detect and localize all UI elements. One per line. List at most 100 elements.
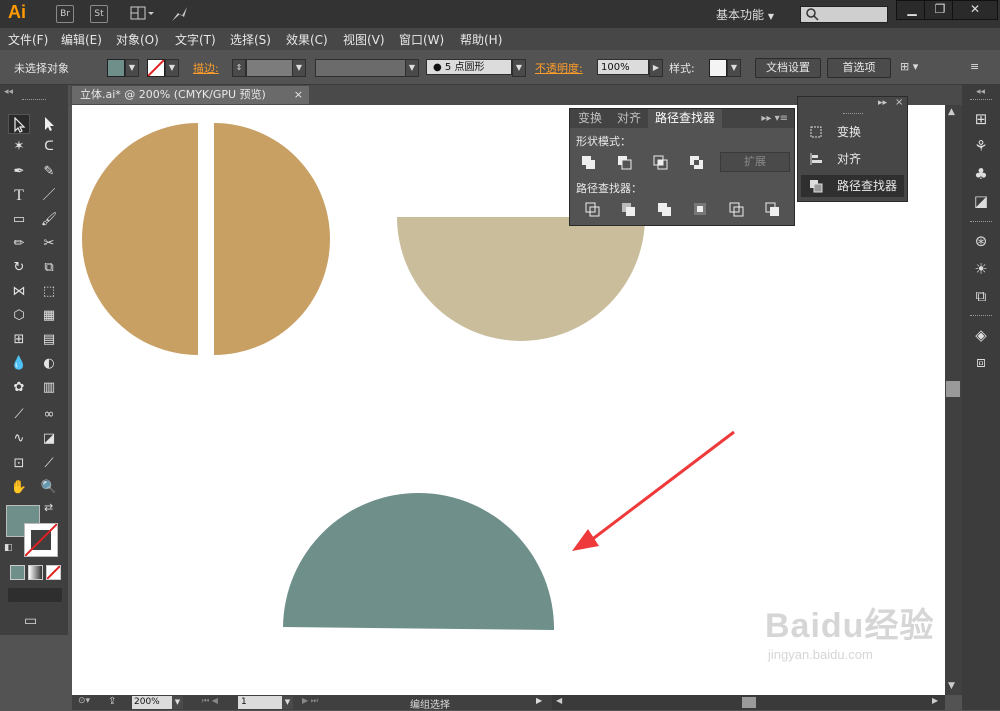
panel-item-pathfinder[interactable]: 路径查找器 <box>801 175 904 197</box>
blend-tool-icon[interactable]: ◐ <box>38 354 60 374</box>
scale-tool-icon[interactable]: ⧉ <box>38 258 60 278</box>
color-mode-icon[interactable] <box>10 565 25 580</box>
symbol-sprayer-tool-icon[interactable]: ✿ <box>8 378 30 398</box>
gpu-status-icon[interactable]: ⊙▾ <box>78 696 90 706</box>
variable-width-profile[interactable] <box>315 59 407 77</box>
vertical-scrollbar[interactable]: ▲ ▼ <box>945 105 962 695</box>
menu-view[interactable]: 视图(V) <box>343 31 385 48</box>
drawing-modes-icon[interactable] <box>8 588 62 602</box>
stroke-weight-field[interactable] <box>246 59 294 77</box>
crop-icon[interactable] <box>692 201 710 220</box>
top-half-circle[interactable] <box>397 217 645 341</box>
stroke-weight-dropdown[interactable]: ▼ <box>292 59 306 77</box>
gradient-tool-icon[interactable]: ▤ <box>38 330 60 350</box>
creative-cloud-icon[interactable]: ⊛ <box>971 231 991 251</box>
direct-selection-tool-icon[interactable] <box>38 114 60 134</box>
panel-grip[interactable] <box>843 113 863 114</box>
close-panel-icon[interactable]: × <box>895 97 903 108</box>
zoom-tool-icon[interactable]: 🔍 <box>38 478 60 498</box>
live-paint-tool-icon[interactable]: ◪ <box>38 429 60 449</box>
layers-panel-icon[interactable]: ◈ <box>971 325 991 345</box>
hand-tool-icon[interactable]: ✋ <box>8 478 30 498</box>
stroke-color-box[interactable] <box>24 523 58 557</box>
document-tab[interactable]: 立体.ai* @ 200% (CMYK/GPU 预览) × <box>72 86 309 104</box>
lasso-tool-icon[interactable]: ᑕ <box>38 137 60 157</box>
perspective-grid-tool-icon[interactable]: ▦ <box>38 306 60 326</box>
bottom-half-circle[interactable] <box>283 492 555 630</box>
graphic-style-dropdown[interactable]: ▼ <box>727 59 741 77</box>
scroll-up-icon[interactable]: ▲ <box>948 107 955 117</box>
dock-grip[interactable] <box>970 221 992 222</box>
zoom-dropdown[interactable]: ▼ <box>172 696 183 709</box>
column-graph-tool-icon[interactable]: ▥ <box>38 378 60 398</box>
curvature-tool-icon[interactable]: ✎ <box>38 162 60 182</box>
collapse-toolbox-icon[interactable]: ◂◂ <box>4 87 13 97</box>
eraser-tool-icon[interactable]: ∿ <box>8 429 30 449</box>
appearance-panel-icon[interactable]: ☀ <box>971 259 991 279</box>
gpu-performance-icon[interactable] <box>170 5 188 23</box>
last-artboard-icon[interactable]: ▶ ⏭ <box>302 696 318 706</box>
panel-menu-icon[interactable]: ▸▸ ▾≡ <box>722 109 794 128</box>
menu-effect[interactable]: 效果(C) <box>286 31 328 48</box>
slice-select-tool-icon[interactable]: ⟋ <box>38 454 60 474</box>
close-button[interactable]: ✕ <box>952 0 998 20</box>
artboard-dropdown[interactable]: ▼ <box>282 696 293 709</box>
symbols-panel-icon[interactable]: ♣ <box>971 164 991 184</box>
divide-icon[interactable] <box>584 201 602 220</box>
menu-select[interactable]: 选择(S) <box>230 31 271 48</box>
menu-edit[interactable]: 编辑(E) <box>61 31 102 48</box>
unite-icon[interactable] <box>580 154 598 173</box>
vertical-scroll-thumb[interactable] <box>946 381 960 397</box>
tab-align[interactable]: 对齐 <box>610 109 648 128</box>
graphic-styles-panel-icon[interactable]: ◪ <box>971 191 991 211</box>
opacity-label[interactable]: 不透明度: <box>535 60 583 76</box>
search-input[interactable] <box>800 6 888 23</box>
stroke-weight-stepper[interactable]: ⇕ <box>232 59 246 77</box>
status-menu-icon[interactable]: ▶ <box>536 696 542 705</box>
scroll-down-icon[interactable]: ▼ <box>948 681 955 691</box>
rectangle-tool-icon[interactable]: ▭ <box>8 210 30 230</box>
rotate-tool-icon[interactable]: ↻ <box>8 258 30 278</box>
pencil-tool-icon[interactable]: ✏ <box>8 234 30 254</box>
minus-back-icon[interactable] <box>764 201 782 220</box>
control-panel-menu-icon[interactable]: ≡ <box>970 60 990 76</box>
menu-object[interactable]: 对象(O) <box>116 31 159 48</box>
preferences-button[interactable]: 首选项 <box>827 58 891 78</box>
opacity-dropdown[interactable]: ▶ <box>649 59 663 77</box>
default-colors-icon[interactable]: ◧ <box>4 543 13 553</box>
stock-button[interactable]: St <box>90 5 108 23</box>
share-icon[interactable]: ⇪ <box>108 696 116 707</box>
artboards-panel-icon[interactable]: ⧉ <box>971 286 991 306</box>
menu-window[interactable]: 窗口(W) <box>399 31 444 48</box>
opacity-field[interactable]: 100% <box>597 59 649 75</box>
free-transform-tool-icon[interactable]: ⬚ <box>38 282 60 302</box>
width-tool-icon[interactable]: ⋈ <box>8 282 30 302</box>
intersect-icon[interactable] <box>652 154 670 173</box>
artboard-number-field[interactable]: 1 <box>238 696 282 709</box>
trim-icon[interactable] <box>620 201 638 220</box>
expand-button[interactable]: 扩展 <box>720 152 790 172</box>
mesh-tool-icon[interactable]: ⊞ <box>8 330 30 350</box>
magic-wand-tool-icon[interactable]: ✶ <box>8 137 30 157</box>
gradient-mode-icon[interactable] <box>28 565 43 580</box>
artboard-tool-icon[interactable]: ⊡ <box>8 454 30 474</box>
close-tab-icon[interactable]: × <box>294 86 303 104</box>
graphic-style-swatch[interactable] <box>709 59 727 77</box>
pen-tool-icon[interactable]: ✒ <box>8 162 30 182</box>
right-half-circle[interactable] <box>214 123 330 355</box>
selection-tool-icon[interactable] <box>8 114 30 134</box>
scissors-tool-icon[interactable]: ✂ <box>38 234 60 254</box>
fill-swatch[interactable] <box>107 59 125 77</box>
asset-export-icon[interactable]: ⧈ <box>971 352 991 372</box>
outline-icon[interactable] <box>728 201 746 220</box>
stroke-label[interactable]: 描边: <box>193 60 219 76</box>
merge-icon[interactable] <box>656 201 674 220</box>
eyedropper-tool-icon[interactable]: 💧 <box>8 354 30 374</box>
none-mode-icon[interactable] <box>46 565 61 580</box>
document-setup-button[interactable]: 文档设置 <box>755 58 821 78</box>
align-options-icon[interactable]: ⊞ ▾ <box>900 60 932 76</box>
stroke-dropdown[interactable]: ▼ <box>165 59 179 77</box>
profile-dropdown[interactable]: ▼ <box>405 59 419 77</box>
tab-transform[interactable]: 变换 <box>570 109 610 128</box>
workspace-switcher[interactable]: 基本功能 ▼ <box>716 6 774 23</box>
